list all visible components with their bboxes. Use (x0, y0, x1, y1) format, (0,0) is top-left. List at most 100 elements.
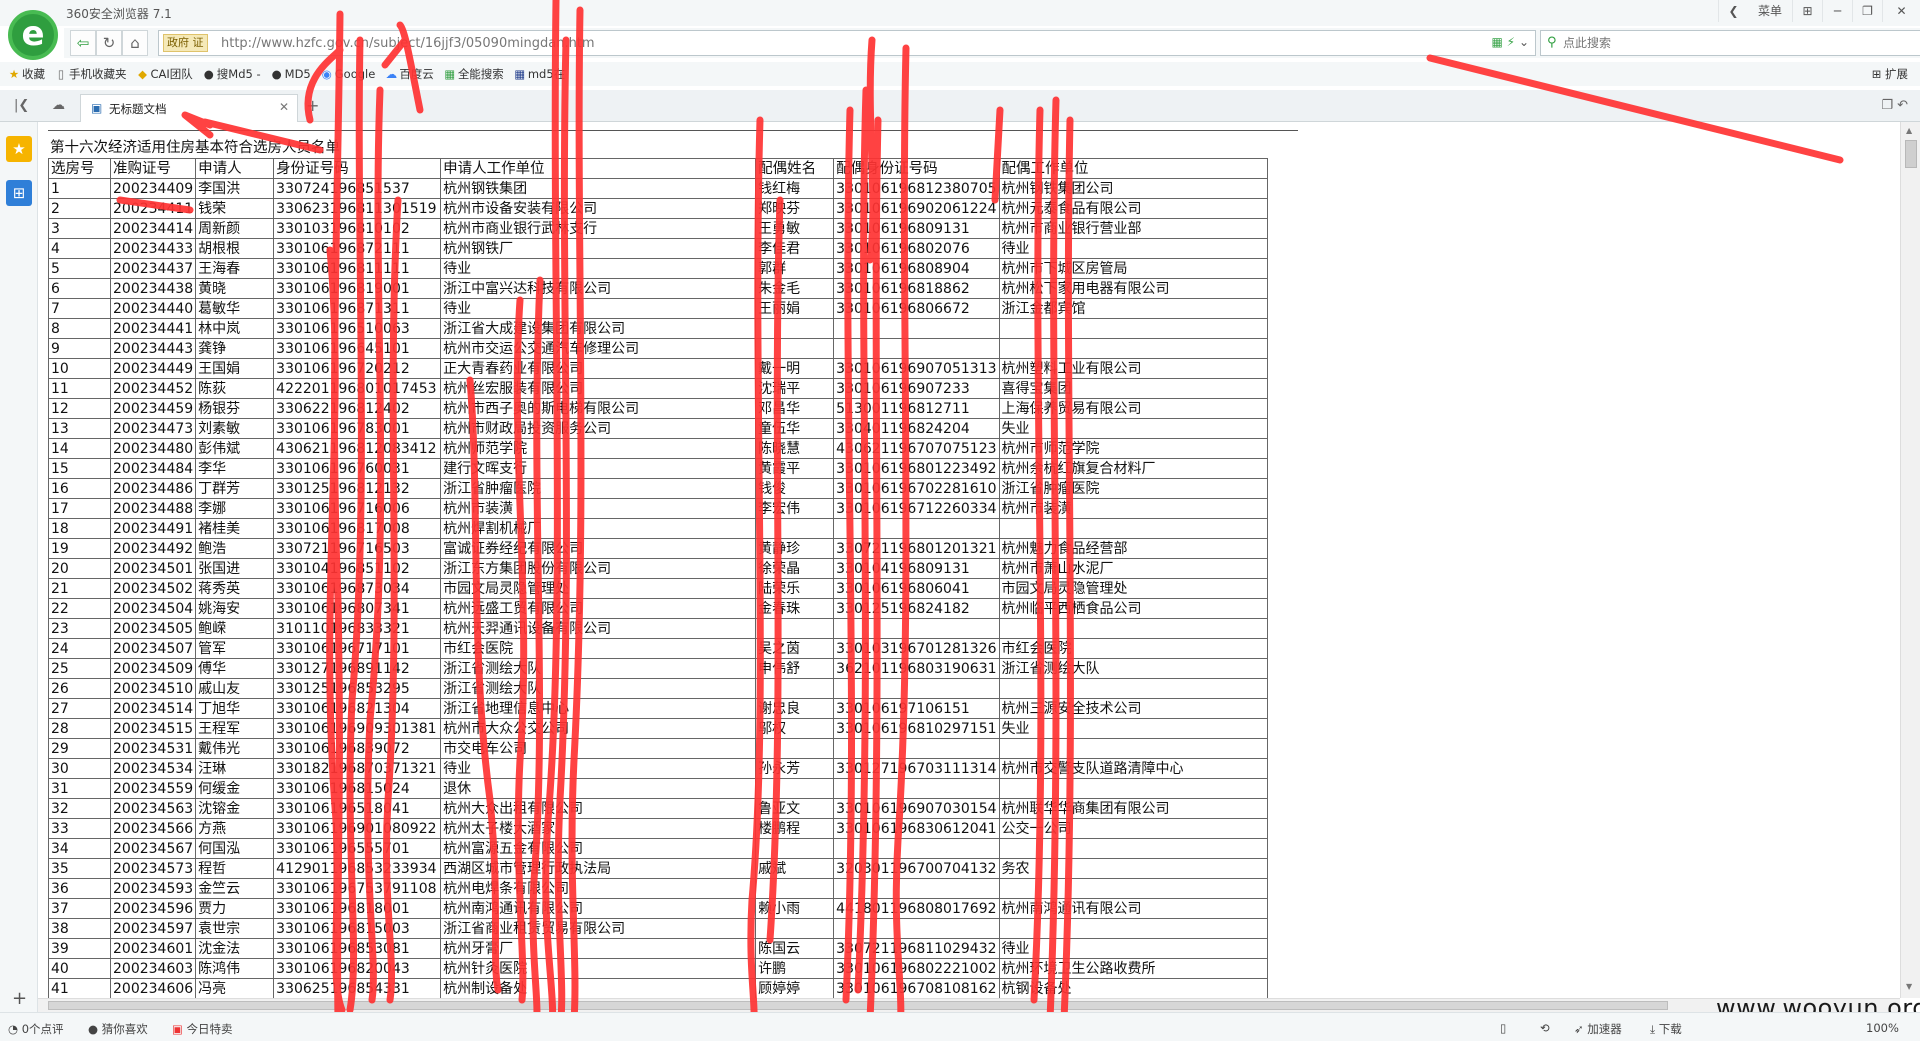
table-cell: 杭州市西子奥的斯电梯有限公司 (440, 398, 757, 419)
daily-deal-link[interactable]: ▣ 今日特卖 (172, 1021, 233, 1037)
favorites-star-icon[interactable]: ★ (6, 136, 32, 162)
table-cell: 330106196645101 (273, 338, 442, 359)
table-cell: 200234414 (109, 218, 197, 239)
table-cell: 傅华 (195, 658, 275, 679)
cloud-icon[interactable]: ☁ (52, 98, 65, 113)
table-cell (833, 338, 1000, 359)
vertical-scrollbar[interactable]: ▲ ▼ (1900, 122, 1920, 998)
download-button[interactable]: ⤓ 下载 (1650, 1021, 1682, 1037)
search-engine-icon[interactable]: ⚲ (1547, 35, 1557, 50)
menu-button[interactable]: 菜单 (1748, 0, 1792, 22)
table-cell (833, 738, 1000, 759)
bookmark-md5[interactable]: ● MD5 (271, 67, 311, 81)
table-cell: 330182196870371321 (273, 758, 442, 779)
table-cell: 330125196853295 (273, 678, 442, 699)
bookmark-cai[interactable]: ◆ CAI团队 (137, 66, 193, 82)
table-cell: 杭州南鸿通讯有限公司 (440, 898, 757, 919)
tab-close-icon[interactable]: ✕ (279, 100, 289, 114)
table-cell: 贾力 (195, 898, 275, 919)
table-cell: 30 (48, 758, 111, 779)
table-cell: 杭州联华华商集团有限公司 (998, 798, 1268, 819)
table-cell: 330106196510063 (273, 318, 442, 339)
back-history-icon[interactable]: ❮ (1718, 0, 1748, 22)
home-button[interactable]: ⌂ (122, 30, 148, 56)
maximize-button[interactable]: ❐ (1852, 0, 1882, 22)
speed-mode-icon[interactable]: ▦ ⚡ ⌄ (1492, 35, 1529, 49)
table-cell: 330103196810102 (273, 218, 442, 239)
hscroll-thumb[interactable] (48, 1001, 1668, 1010)
guess-like-link[interactable]: ● 猜你喜欢 (88, 1021, 148, 1037)
apps-icon[interactable]: ⊞ (6, 180, 32, 206)
zoom-level[interactable]: 100% (1866, 1021, 1899, 1035)
new-tab-button[interactable]: + (306, 96, 319, 115)
table-cell: 200234597 (109, 918, 197, 939)
address-bar[interactable]: 政府 证 http://www.hzfc.gov.cn/subject/16jj… (158, 30, 1536, 56)
table-cell: 吴之茵 (755, 638, 835, 659)
skin-icon[interactable]: ⊞ (1792, 0, 1822, 22)
search-input[interactable] (1563, 34, 1920, 52)
table-cell: 楼鹏程 (755, 818, 835, 839)
table-cell: 王丽娟 (755, 298, 835, 319)
table-cell: 200234441 (109, 318, 197, 339)
table-cell: 杭州环境卫生公路收费所 (998, 958, 1268, 979)
accelerator-button[interactable]: ➶ 加速器 (1574, 1021, 1622, 1037)
table-cell: 6 (48, 278, 111, 299)
table-cell (998, 618, 1268, 639)
minimize-button[interactable]: ─ (1822, 0, 1852, 22)
table-cell: 330106197106151 (833, 698, 1000, 719)
table-cell (998, 338, 1268, 359)
table-cell: 喜得宝集团 (998, 378, 1268, 399)
table-cell: 200234566 (109, 818, 197, 839)
table-row: 21 200234502 蒋秀英 330106196873034 市园文局灵隐管理处 陆荣… (48, 578, 1268, 599)
sync-icon[interactable]: ⟲ (1540, 1021, 1550, 1035)
scroll-thumb[interactable] (1905, 140, 1917, 168)
url-text[interactable]: http://www.hzfc.gov.cn/subject/16jjf3/05… (221, 36, 595, 51)
bookmark-md5-search[interactable]: ● 搜Md5 - (203, 66, 261, 82)
table-row: 36 200234593 金竺云 330106196753791108 杭州电焊条有限公… (48, 878, 1268, 899)
table-cell: 330104196851102 (273, 558, 442, 579)
table-cell: 3 (48, 218, 111, 239)
search-box[interactable]: ⚲ ⚲ (1540, 30, 1920, 56)
table-cell: 38 (48, 918, 111, 939)
bookmark-baiduyun[interactable]: ☁ 百度云 (385, 66, 434, 82)
table-cell: 200234409 (109, 178, 197, 199)
tab-scroll-left-icon[interactable]: |❮ (14, 98, 29, 113)
bookmark-md5-online[interactable]: ▦ md5在 (514, 66, 565, 82)
browser-logo-icon[interactable]: e (8, 10, 58, 60)
bookmark-favorites[interactable]: ★ 收藏 (8, 66, 45, 82)
comments-status[interactable]: ◔ 0个点评 (8, 1021, 64, 1037)
table-cell: 24 (48, 638, 111, 659)
scroll-down-icon[interactable]: ▼ (1906, 982, 1912, 991)
bookmark-allsearch[interactable]: ▦ 全能搜索 (444, 66, 503, 82)
refresh-button[interactable]: ↻ (96, 30, 122, 56)
table-cell: 200234440 (109, 298, 197, 319)
bookmark-mobile[interactable]: ▯ 手机收藏夹 (55, 66, 127, 82)
device-icon[interactable]: ▯ (1500, 1021, 1506, 1035)
table-cell (755, 518, 835, 539)
sidebar-add-icon[interactable]: + (12, 988, 27, 1009)
back-button[interactable]: ⇦ (70, 30, 96, 56)
table-cell: 杭州丝宏服装有限公司 (440, 378, 757, 399)
gov-cert-badge[interactable]: 政府 证 (163, 34, 208, 52)
scroll-up-icon[interactable]: ▲ (1906, 126, 1912, 135)
table-cell: 330106196760031 (273, 458, 442, 479)
tab-active[interactable]: ▣ 无标题文档 ✕ (80, 94, 298, 122)
table-cell: 29 (48, 738, 111, 759)
table-cell: 362101196803190631 (833, 658, 1000, 679)
table-cell: 杭州市交警支队道路清障中心 (998, 758, 1268, 779)
table-cell: 失业 (998, 718, 1268, 739)
horizontal-scrollbar[interactable] (38, 998, 1900, 1012)
tab-list-icon[interactable]: ❐ ↶ (1881, 98, 1908, 113)
table-row: 20 200234501 张国进 330104196851102 浙江东方集团股份有限公… (48, 558, 1268, 579)
table-cell: 浙江金都宾馆 (998, 298, 1268, 319)
table-cell: 2 (48, 198, 111, 219)
extensions-button[interactable]: ⊞ 扩展 (1872, 66, 1908, 82)
close-button[interactable]: ✕ (1882, 0, 1920, 22)
tab-title: 无标题文档 (109, 102, 167, 116)
table-cell: 9 (48, 338, 111, 359)
table-cell: 330106196907030154 (833, 798, 1000, 819)
status-bar: ◔ 0个点评 ● 猜你喜欢 ▣ 今日特卖 ▯ ⟲ ➶ 加速器 ⤓ 下载 100% (0, 1012, 1920, 1041)
bookmark-google[interactable]: ◉ Google (321, 67, 376, 81)
table-row: 6 200234438 黄晓 330106196819001 浙江中富兴达科技有限公司朱… (48, 278, 1268, 299)
bookmarks-bar: ★ 收藏 ▯ 手机收藏夹 ◆ CAI团队 ● 搜Md5 - ● MD5 ◉ Google ☁… (0, 62, 1920, 86)
